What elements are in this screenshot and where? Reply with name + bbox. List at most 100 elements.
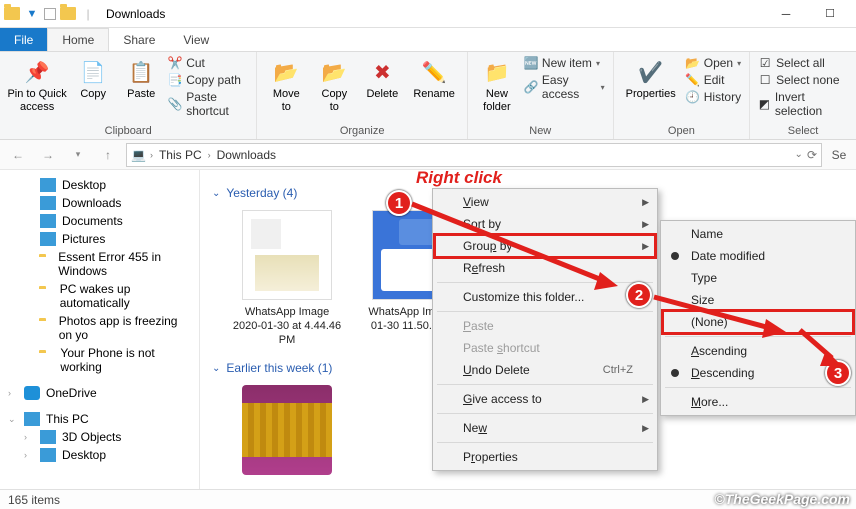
tab-home[interactable]: Home [47, 28, 109, 51]
invert-selection-button[interactable]: ◩Invert selection [758, 90, 848, 118]
tree-desktop-2[interactable]: ›Desktop [0, 446, 199, 464]
ctx-paste: Paste [435, 315, 655, 337]
tree-downloads[interactable]: Downloads [0, 194, 199, 212]
paste-shortcut-button[interactable]: 📎Paste shortcut [168, 90, 248, 118]
rename-button[interactable]: ✏️Rename [409, 56, 459, 103]
ctx-customize[interactable]: Customize this folder... [435, 286, 655, 308]
edit-button[interactable]: ✏️Edit [686, 73, 741, 87]
radio-dot-icon [671, 252, 679, 260]
nav-back-button[interactable]: ← [6, 143, 30, 167]
new-item-button[interactable]: 🆕New item ▾ [524, 56, 605, 70]
tree-onedrive[interactable]: ›OneDrive [0, 384, 199, 402]
nav-up-button[interactable]: ↑ [96, 143, 120, 167]
cut-button[interactable]: ✂️Cut [168, 56, 248, 70]
tree-folder-1[interactable]: Essent Error 455 in Windows [0, 248, 199, 280]
ctx-undo-delete[interactable]: Undo DeleteCtrl+Z [435, 359, 655, 381]
move-to-button[interactable]: 📂Move to [265, 56, 307, 115]
sub-date-modified[interactable]: Date modified [663, 245, 853, 267]
tree-3d-objects[interactable]: ›3D Objects [0, 428, 199, 446]
ctx-view[interactable]: View▶ [435, 191, 655, 213]
nav-recent-button[interactable]: ▾ [66, 143, 90, 167]
pin-quick-access-button[interactable]: 📌Pin to Quick access [8, 56, 66, 115]
maximize-button[interactable]: ☐ [808, 0, 852, 28]
tree-folder-4[interactable]: Your Phone is not working [0, 344, 199, 376]
new-folder-button[interactable]: 📁New folder [476, 56, 518, 115]
tab-share[interactable]: Share [109, 28, 169, 51]
copy-path-button[interactable]: 📑Copy path [168, 73, 248, 87]
copy-button[interactable]: 📄Copy [72, 56, 114, 103]
tree-folder-3[interactable]: Photos app is freezing on yo [0, 312, 199, 344]
ctx-new[interactable]: New▶ [435, 417, 655, 439]
qat-down-arrow-icon[interactable]: ▼ [24, 6, 40, 22]
copy-to-icon: 📂 [320, 58, 348, 86]
copy-to-button[interactable]: 📂Copy to [313, 56, 355, 115]
tab-view[interactable]: View [169, 28, 223, 51]
select-none-button[interactable]: ☐Select none [758, 73, 848, 87]
easy-access-button[interactable]: 🔗Easy access ▾ [524, 73, 605, 101]
chevron-right-icon: › [208, 150, 211, 160]
documents-icon [40, 214, 56, 228]
qat-properties-icon[interactable] [44, 8, 56, 20]
select-all-button[interactable]: ☑Select all [758, 56, 848, 70]
paste-shortcut-icon: 📎 [168, 97, 182, 111]
submenu-arrow-icon: ▶ [642, 241, 649, 252]
menu-separator [437, 311, 653, 312]
context-menu: View▶ Sort by▶ Group by▶ Refresh Customi… [432, 188, 658, 471]
ribbon-tabs: File Home Share View [0, 28, 856, 52]
downloads-icon [40, 196, 56, 210]
tree-pictures[interactable]: Pictures [0, 230, 199, 248]
window-title: Downloads [106, 7, 165, 21]
breadcrumb-thispc[interactable]: This PC [157, 148, 204, 162]
properties-button[interactable]: ✔️Properties [622, 56, 680, 103]
sub-none[interactable]: (None) [663, 311, 853, 333]
quick-access-toolbar: ▼ | [4, 6, 96, 22]
sub-name[interactable]: Name [663, 223, 853, 245]
tree-folder-2[interactable]: PC wakes up automatically [0, 280, 199, 312]
tab-file[interactable]: File [0, 28, 47, 51]
delete-button[interactable]: ✖Delete [361, 56, 403, 103]
window-controls: ─ ☐ [764, 0, 852, 28]
menu-separator [665, 336, 851, 337]
chevron-down-icon: ⌄ [212, 363, 220, 374]
minimize-button[interactable]: ─ [764, 0, 808, 28]
group-label-open: Open [668, 125, 695, 137]
ctx-properties[interactable]: Properties [435, 446, 655, 468]
ctx-sort-by[interactable]: Sort by▶ [435, 213, 655, 235]
qat-folder-icon[interactable] [60, 6, 76, 22]
watermark: ©TheGeekPage.com [714, 491, 850, 507]
tree-thispc[interactable]: ⌄This PC [0, 410, 199, 428]
breadcrumb-dropdown-icon[interactable]: ⌄ [795, 149, 803, 160]
breadcrumb[interactable]: 💻 › This PC › Downloads ⌄ ⟳ [126, 143, 822, 167]
properties-icon: ✔️ [637, 58, 665, 86]
move-to-icon: 📂 [272, 58, 300, 86]
pc-icon [24, 412, 40, 426]
file-thumbnail [242, 210, 332, 300]
open-button[interactable]: 📂Open ▾ [686, 56, 741, 70]
folder-icon [39, 257, 53, 271]
group-label-clipboard: Clipboard [105, 125, 152, 137]
paste-icon: 📋 [127, 58, 155, 86]
qat-separator: | [80, 6, 96, 22]
cut-icon: ✂️ [168, 56, 182, 70]
sub-size[interactable]: Size [663, 289, 853, 311]
nav-forward-button[interactable]: → [36, 143, 60, 167]
sub-type[interactable]: Type [663, 267, 853, 289]
ctx-give-access[interactable]: Give access to▶ [435, 388, 655, 410]
paste-button[interactable]: 📋Paste [120, 56, 162, 103]
file-item[interactable]: WhatsApp Image 2020-01-30 at 4.44.46 PM [232, 210, 342, 347]
tree-desktop[interactable]: Desktop [0, 176, 199, 194]
annotation-badge-2: 2 [626, 282, 652, 308]
ctx-refresh[interactable]: Refresh [435, 257, 655, 279]
sub-more[interactable]: More... [663, 391, 853, 413]
refresh-icon[interactable]: ⟳ [807, 148, 817, 162]
file-item[interactable] [232, 385, 342, 481]
history-button[interactable]: 🕘History [686, 90, 741, 104]
title-bar: ▼ | Downloads ─ ☐ [0, 0, 856, 28]
breadcrumb-downloads[interactable]: Downloads [215, 148, 278, 162]
ctx-group-by[interactable]: Group by▶ [435, 235, 655, 257]
folder-icon [39, 321, 53, 335]
sub-ascending[interactable]: Ascending [663, 340, 853, 362]
tree-documents[interactable]: Documents [0, 212, 199, 230]
search-input[interactable]: Se [828, 143, 850, 167]
address-bar: ← → ▾ ↑ 💻 › This PC › Downloads ⌄ ⟳ Se [0, 140, 856, 170]
